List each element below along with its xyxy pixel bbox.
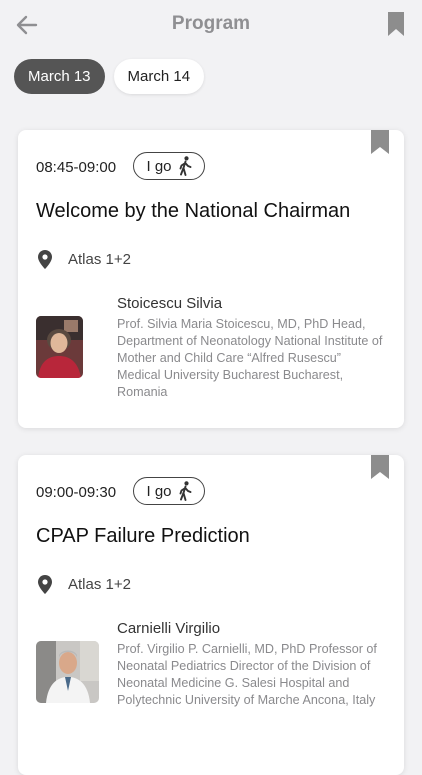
speaker-name[interactable]: Stoicescu Silvia <box>117 295 387 312</box>
speaker-bio: Prof. Virgilio P. Carnielli, MD, PhD Pro… <box>117 642 377 707</box>
session-card[interactable]: 09:00-09:30 I go CPAP Failure Prediction… <box>18 455 404 775</box>
top-bar: Program <box>0 0 422 48</box>
bookmark-icon[interactable] <box>388 12 404 36</box>
map-pin-icon <box>38 250 52 269</box>
page-title: Program <box>171 13 251 34</box>
map-pin-icon <box>38 575 52 594</box>
speaker-avatar <box>36 316 83 378</box>
session-title: CPAP Failure Prediction <box>36 525 250 547</box>
session-time: 09:00-09:30 <box>36 484 117 501</box>
i-go-button[interactable]: I go <box>133 477 205 505</box>
speaker-info: Stoicescu Silvia Prof. Silvia Maria Stoi… <box>117 295 387 401</box>
speaker-name[interactable]: Carnielli Virgilio <box>117 620 387 637</box>
walking-person-icon <box>179 481 191 501</box>
bookmark-icon[interactable] <box>371 455 389 479</box>
speaker-avatar <box>36 641 99 703</box>
i-go-label: I go <box>146 482 172 500</box>
bookmark-icon[interactable] <box>371 130 389 154</box>
walking-person-icon <box>179 156 191 176</box>
session-location: Atlas 1+2 <box>38 575 131 594</box>
tab-march-14[interactable]: March 14 <box>113 59 205 94</box>
i-go-button[interactable]: I go <box>133 152 205 180</box>
session-time: 08:45-09:00 <box>36 159 117 176</box>
date-tabs: March 13 March 14 <box>14 59 205 94</box>
tab-march-13[interactable]: March 13 <box>14 59 105 94</box>
session-card[interactable]: 08:45-09:00 I go Welcome by the National… <box>18 130 404 428</box>
location-label: Atlas 1+2 <box>68 251 131 268</box>
speaker-info: Carnielli Virgilio Prof. Virgilio P. Car… <box>117 620 387 709</box>
i-go-label: I go <box>146 157 172 175</box>
session-title: Welcome by the National Chairman <box>36 200 351 222</box>
speaker-bio: Prof. Silvia Maria Stoicescu, MD, PhD He… <box>117 317 383 399</box>
session-location: Atlas 1+2 <box>38 250 131 269</box>
location-label: Atlas 1+2 <box>68 576 131 593</box>
